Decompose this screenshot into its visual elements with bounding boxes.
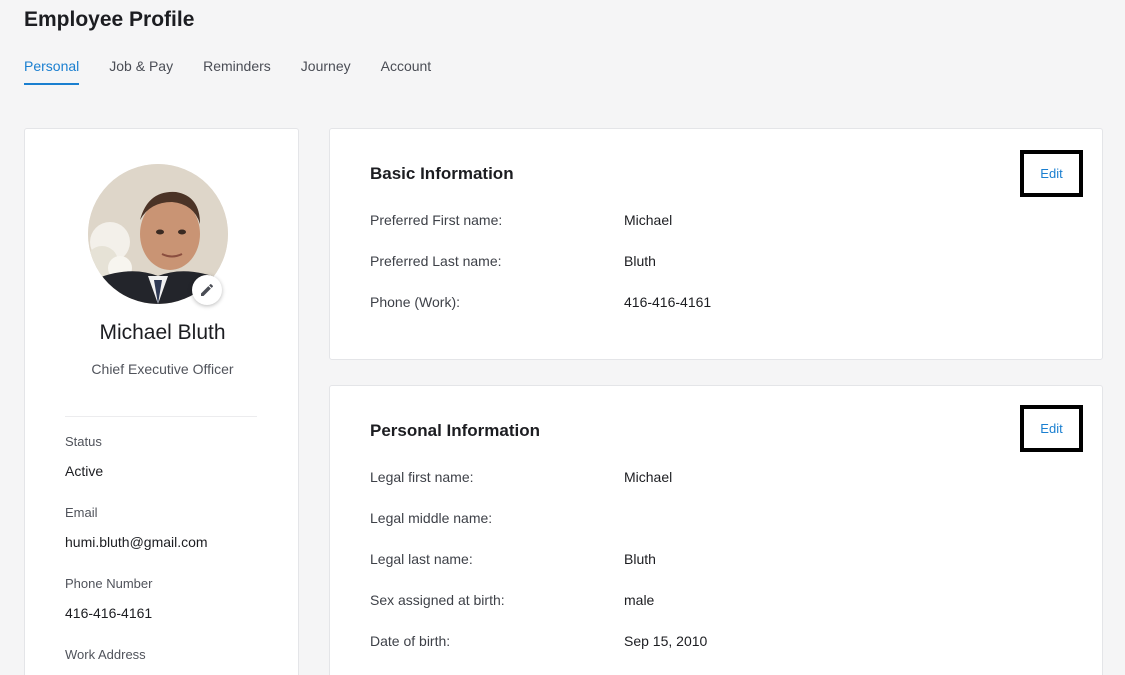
date-of-birth-label: Date of birth: <box>370 633 451 649</box>
phone-label: Phone Number <box>65 576 153 591</box>
status-value: Active <box>65 463 104 479</box>
legal-first-name-label: Legal first name: <box>370 469 474 485</box>
pencil-icon <box>201 283 213 296</box>
avatar-container <box>88 164 228 305</box>
personal-information-edit-button[interactable]: Edit <box>1020 405 1083 452</box>
phone-work-label: Phone (Work): <box>370 294 460 310</box>
divider <box>65 416 257 417</box>
legal-last-name-label: Legal last name: <box>370 551 473 567</box>
status-label: Status <box>65 434 102 449</box>
sex-at-birth-value: male <box>624 592 655 608</box>
email-value: humi.bluth@gmail.com <box>65 534 208 550</box>
work-address-label: Work Address <box>65 647 146 662</box>
date-of-birth-value: Sep 15, 2010 <box>624 633 708 649</box>
legal-last-name-value: Bluth <box>624 551 656 567</box>
phone-work-value: 416-416-4161 <box>624 294 712 310</box>
preferred-last-name-value: Bluth <box>624 253 656 269</box>
email-label: Email <box>65 505 98 520</box>
sex-at-birth-label: Sex assigned at birth: <box>370 592 505 608</box>
tab-journey[interactable]: Journey <box>301 58 351 85</box>
profile-job-title: Chief Executive Officer <box>91 361 234 377</box>
page-title: Employee Profile <box>24 8 195 31</box>
basic-information-title: Basic Information <box>370 164 514 183</box>
edit-photo-button[interactable] <box>192 275 222 305</box>
legal-first-name-value: Michael <box>624 469 673 485</box>
personal-information-card: Personal Information Edit Legal first na… <box>329 385 1103 675</box>
phone-value: 416-416-4161 <box>65 605 153 621</box>
preferred-first-name-value: Michael <box>624 212 673 228</box>
profile-card: Michael Bluth Chief Executive Officer St… <box>24 128 299 675</box>
preferred-first-name-label: Preferred First name: <box>370 212 503 228</box>
basic-information-edit-button[interactable]: Edit <box>1020 150 1083 197</box>
basic-information-card: Basic Information Edit Preferred First n… <box>329 128 1103 360</box>
tab-job-pay[interactable]: Job & Pay <box>109 58 173 85</box>
profile-name: Michael Bluth <box>99 321 226 344</box>
preferred-last-name-label: Preferred Last name: <box>370 253 502 269</box>
tab-personal[interactable]: Personal <box>24 58 80 85</box>
legal-middle-name-label: Legal middle name: <box>370 510 493 526</box>
profile-tabs: Personal Job & Pay Reminders Journey Acc… <box>24 58 431 85</box>
tab-reminders[interactable]: Reminders <box>203 58 271 85</box>
tab-account[interactable]: Account <box>381 58 432 85</box>
personal-information-title: Personal Information <box>370 421 541 440</box>
